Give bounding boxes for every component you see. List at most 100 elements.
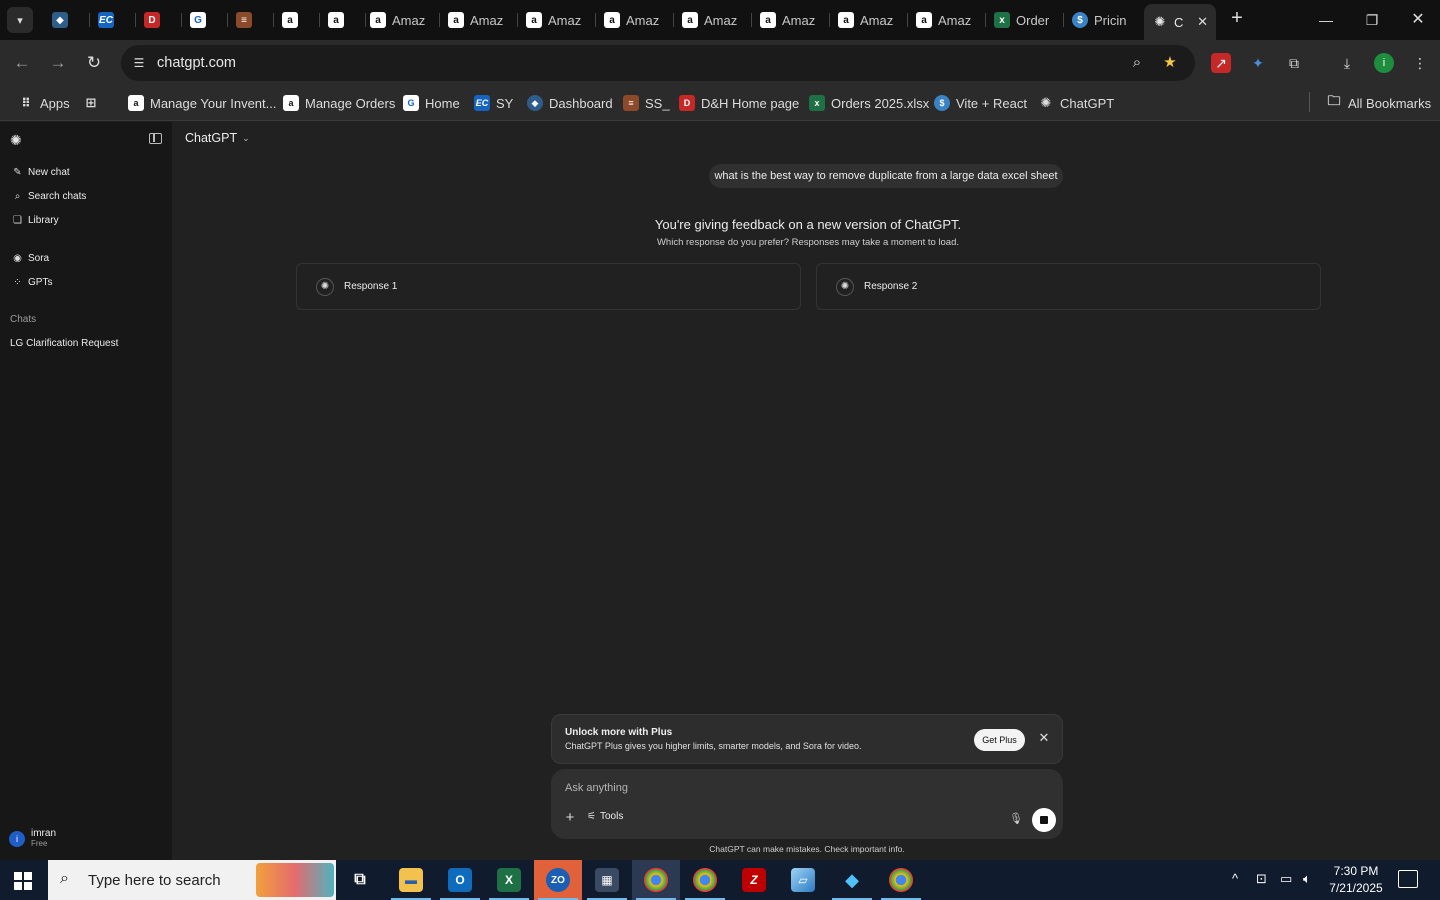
new-tab-button[interactable]: +	[1226, 8, 1248, 30]
restore-icon[interactable]: ❐	[1360, 8, 1384, 32]
taskbar-app-calculator[interactable]: ▦	[583, 860, 631, 900]
tab-title: Amaz	[938, 12, 972, 28]
browser-tab[interactable]: a Amaz	[440, 4, 518, 36]
taskbar-app-filezilla[interactable]: Z	[730, 860, 778, 900]
zoom-icon[interactable]: ⌕	[1127, 53, 1147, 73]
taskbar-clock[interactable]: 7:30 PM 7/21/2025	[1322, 863, 1390, 897]
browser-tab[interactable]: G	[182, 4, 228, 36]
forward-arrow-icon[interactable]: →	[46, 51, 70, 75]
download-icon[interactable]: ⤓	[1337, 53, 1357, 73]
extensions-puzzle-icon[interactable]: ⧉	[1284, 53, 1304, 73]
tools-button[interactable]: ⚟ Tools	[587, 811, 623, 822]
bookmark-apps[interactable]: ⠿ Apps	[18, 92, 69, 114]
tab-search-button[interactable]: ▾	[7, 7, 33, 33]
window-close-icon[interactable]: ✕	[1406, 8, 1430, 32]
browser-tab[interactable]: a	[274, 4, 320, 36]
response-card-1[interactable]: ✺ Response 1	[296, 263, 801, 310]
taskbar-app-excel[interactable]: X	[485, 860, 533, 900]
sidebar-item-new-chat[interactable]: ✎ New chat	[12, 167, 69, 178]
taskbar-app-chrome-active[interactable]	[632, 860, 680, 900]
windows-start-icon[interactable]	[14, 872, 32, 890]
profile-avatar[interactable]: i	[1374, 53, 1394, 73]
browser-tab[interactable]: ≡	[228, 4, 274, 36]
sidebar-toggle-icon[interactable]	[149, 133, 162, 144]
bookmark-item[interactable]: x Orders 2025.xlsx	[809, 92, 929, 114]
taskbar-app-chrome[interactable]	[681, 860, 729, 900]
minimize-icon[interactable]: —	[1314, 8, 1338, 32]
site-settings-icon[interactable]: ☰	[129, 53, 149, 73]
bookmark-item[interactable]: a Manage Orders	[283, 92, 395, 114]
taskbar-app-file-explorer[interactable]: ▬	[387, 860, 435, 900]
extension-red-icon[interactable]: ↗	[1211, 53, 1231, 73]
browser-tab[interactable]: ◆	[44, 4, 90, 36]
taskbar-app-outlook[interactable]: O	[436, 860, 484, 900]
model-selector[interactable]: ChatGPT ⌄	[185, 131, 250, 145]
stop-generating-button[interactable]	[1032, 808, 1056, 832]
amazon-icon: a	[838, 12, 854, 28]
sliders-icon: ⚟	[587, 811, 596, 822]
tab-title: Amaz	[704, 12, 738, 28]
bookmark-item[interactable]: ◆ Dashboard	[527, 92, 613, 114]
browser-tab[interactable]: D	[136, 4, 182, 36]
browser-tab[interactable]: a Amaz	[674, 4, 752, 36]
microphone-icon[interactable]: 🎙︎	[1009, 812, 1023, 826]
address-bar[interactable]: ☰ chatgpt.com ⌕ ★	[121, 45, 1195, 81]
sidebar-item-sora[interactable]: ◉ Sora	[12, 253, 49, 264]
browser-tab[interactable]: a Amaz	[908, 4, 986, 36]
browser-tab[interactable]: x Order	[986, 4, 1064, 36]
bookmark-tab-groups[interactable]: ⊞	[83, 92, 99, 114]
browser-tab[interactable]: a Amaz	[518, 4, 596, 36]
security-tray-icon[interactable]: ⊡	[1256, 871, 1267, 887]
notifications-icon[interactable]	[1398, 870, 1418, 888]
network-icon[interactable]: ▭	[1280, 871, 1292, 887]
browser-tab[interactable]: a	[320, 4, 366, 36]
browser-tab[interactable]: a Amaz	[830, 4, 908, 36]
task-view-button[interactable]: ⧉	[336, 860, 384, 900]
taskbar-app-zoho[interactable]: ZO	[534, 860, 582, 900]
response-card-2[interactable]: ✺ Response 2	[816, 263, 1321, 310]
bookmark-item[interactable]: EC SY	[474, 92, 513, 114]
attach-plus-icon[interactable]: +	[563, 810, 577, 825]
chrome-icon	[693, 868, 717, 892]
bookmark-item[interactable]: G Home	[403, 92, 460, 114]
show-hidden-icons-chevron-icon[interactable]: ^	[1232, 871, 1238, 886]
bookmark-item[interactable]: ✺ ChatGPT	[1038, 92, 1115, 114]
sidebar-item-library[interactable]: ❏ Library	[12, 215, 59, 226]
browser-tab[interactable]: $ Pricin	[1064, 4, 1142, 36]
user-account[interactable]: i imran Free	[9, 828, 56, 849]
taskbar-search[interactable]: ⌕ Type here to search	[48, 860, 336, 900]
bookmark-item[interactable]: a Manage Your Invent...	[128, 92, 276, 114]
reload-icon[interactable]: ↻	[82, 51, 106, 75]
sidebar-item-gpts[interactable]: ⁘ GPTs	[12, 277, 52, 288]
bookmark-item[interactable]: D D&H Home page	[679, 92, 799, 114]
browser-tab[interactable]: a Amaz	[752, 4, 830, 36]
sidebar-item-search-chats[interactable]: ⌕ Search chats	[12, 191, 87, 202]
browser-tab-active[interactable]: ✺ C ✕	[1144, 4, 1216, 40]
all-bookmarks[interactable]: 🗀 All Bookmarks	[1326, 92, 1431, 114]
search-highlight-image	[256, 863, 334, 897]
close-icon[interactable]: ✕	[1037, 731, 1051, 745]
feedback-title: You're giving feedback on a new version …	[654, 217, 962, 232]
ask-input[interactable]	[565, 782, 865, 794]
browser-tab[interactable]: EC	[90, 4, 136, 36]
extension-blue-icon[interactable]: ✦	[1248, 53, 1268, 73]
browser-tab[interactable]: a Amaz	[362, 4, 440, 36]
bookmark-item[interactable]: $ Vite + React	[934, 92, 1027, 114]
get-plus-button[interactable]: Get Plus	[974, 729, 1025, 751]
openai-logo-icon[interactable]: ✺	[10, 132, 26, 148]
tab-close-icon[interactable]: ✕	[1197, 14, 1208, 30]
taskbar-app-chrome-profile[interactable]	[877, 860, 925, 900]
tab-title: Amaz	[626, 12, 660, 28]
amazon-icon: a	[370, 12, 386, 28]
taskbar-app-blue[interactable]: ◆	[828, 860, 876, 900]
bookmark-item[interactable]: ≡ SS_	[623, 92, 670, 114]
browser-menu-icon[interactable]: ⋮	[1410, 53, 1430, 73]
dh-icon: D	[679, 95, 695, 111]
amazon-icon: a	[526, 12, 542, 28]
browser-tab[interactable]: a Amaz	[596, 4, 674, 36]
volume-icon[interactable]: 🔈︎	[1303, 871, 1311, 887]
taskbar-app-notes[interactable]: ▱	[779, 860, 827, 900]
chat-history-item[interactable]: LG Clarification Request	[10, 338, 118, 349]
bookmark-star-icon[interactable]: ★	[1160, 53, 1180, 73]
back-arrow-icon[interactable]: ←	[10, 51, 34, 75]
